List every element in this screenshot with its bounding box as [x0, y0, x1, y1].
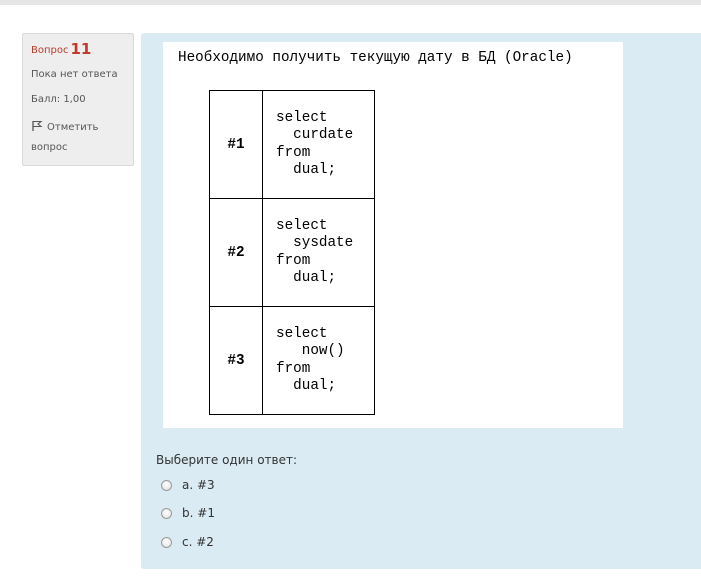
- question-text-box: Необходимо получить текущую дату в БД (O…: [163, 42, 623, 428]
- radio-button[interactable]: [161, 508, 172, 519]
- flag-label-2: вопрос: [31, 142, 68, 153]
- answer-text: #1: [197, 506, 215, 520]
- option-label: #3: [209, 306, 263, 415]
- question-text: Необходимо получить текущую дату в БД (O…: [178, 50, 573, 66]
- option-code-cell: select now() from dual;: [262, 306, 375, 415]
- option-code: select sysdate from dual;: [276, 217, 354, 287]
- question-state: Пока нет ответа: [31, 69, 118, 80]
- question-info-panel: Вопрос 11 Пока нет ответа Балл: 1,00 Отме…: [22, 33, 134, 166]
- option-label: #2: [209, 198, 263, 307]
- option-label: #1: [209, 90, 263, 199]
- answer-text: #3: [197, 478, 215, 492]
- question-grade: Балл: 1,00: [31, 94, 86, 105]
- radio-button[interactable]: [161, 537, 172, 548]
- question-content: Необходимо получить текущую дату в БД (O…: [141, 33, 701, 569]
- flag-icon: [32, 120, 43, 131]
- flag-label: Отметить: [47, 122, 99, 133]
- answer-letter: b.: [182, 506, 194, 520]
- flag-question-link[interactable]: Отметить вопрос: [31, 118, 125, 158]
- option-code: select now() from dual;: [276, 325, 345, 395]
- question-number-value: 11: [70, 40, 92, 58]
- question-label: Вопрос: [31, 45, 69, 56]
- answer-option-b[interactable]: b. #1: [161, 505, 215, 521]
- table-row: #1 select curdate from dual;: [209, 90, 375, 199]
- option-code-cell: select sysdate from dual;: [262, 198, 375, 307]
- table-row: #2 select sysdate from dual;: [209, 198, 375, 307]
- top-bar: [0, 0, 701, 5]
- answer-text: #2: [196, 535, 214, 549]
- table-row: #3 select now() from dual;: [209, 306, 375, 415]
- radio-button[interactable]: [161, 480, 172, 491]
- answer-option-a[interactable]: a. #3: [161, 477, 215, 493]
- option-code: select curdate from dual;: [276, 109, 354, 179]
- answer-prompt: Выберите один ответ:: [156, 453, 298, 467]
- options-table: #1 select curdate from dual; #2 select s…: [209, 90, 375, 415]
- option-code-cell: select curdate from dual;: [262, 90, 375, 199]
- answer-option-c[interactable]: c. #2: [161, 534, 214, 550]
- answer-letter: c.: [182, 535, 193, 549]
- question-number: Вопрос 11: [31, 40, 125, 60]
- answer-letter: a.: [182, 478, 194, 492]
